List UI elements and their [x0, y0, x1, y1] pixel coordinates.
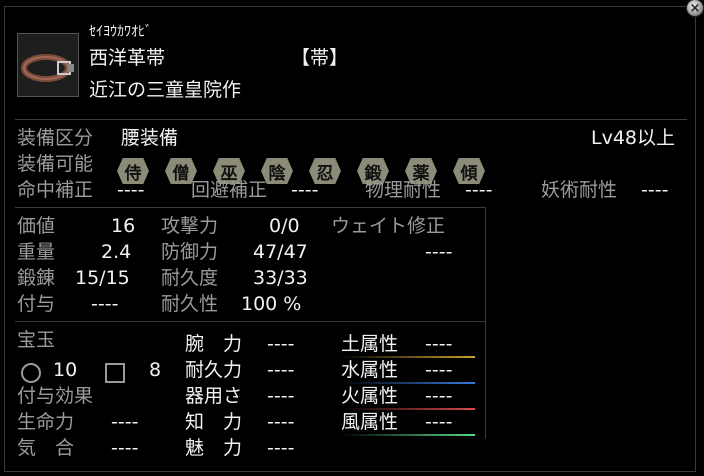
wind-attr-underline: [341, 434, 475, 436]
slot-value: 腰装備: [121, 127, 179, 149]
fire-attr-label: 火属性: [341, 385, 399, 407]
evade-label: 回避補正: [191, 179, 268, 201]
charm-label: 魅 力: [185, 437, 243, 459]
durability-value: 33/33: [253, 267, 308, 289]
strength-label: 腕 力: [185, 333, 243, 355]
enchant-label: 付与: [17, 293, 56, 315]
enchant-value: ----: [91, 293, 119, 315]
stamina-label: 耐久力: [185, 359, 243, 381]
hit-value: ----: [117, 179, 145, 201]
weight-mod-value: ----: [425, 241, 453, 263]
earth-attr-underline: [341, 356, 475, 358]
attack-value: 0/0: [269, 215, 300, 237]
forge-label: 鍛錬: [17, 267, 56, 289]
divider: [15, 119, 687, 120]
circle-gem-count: 10: [53, 359, 78, 381]
item-tooltip-window: ｾｲﾖｳｶﾜｵﾋﾞ 西洋革帯 【帯】 近江の三童皇院作 装備区分 腰装備 Lv4…: [4, 6, 696, 472]
charm-value: ----: [267, 437, 295, 459]
item-reading: ｾｲﾖｳｶﾜｵﾋﾞ: [89, 24, 152, 40]
spirit-label: 気 合: [17, 437, 75, 459]
item-type-tag: 【帯】: [291, 47, 349, 69]
magic-resist-label: 妖術耐性: [541, 179, 618, 201]
enchant-effects-label: 付与効果: [17, 385, 94, 407]
water-attr-value: ----: [425, 359, 453, 381]
divider: [485, 207, 486, 439]
life-value: ----: [111, 411, 139, 433]
value-label: 価値: [17, 215, 56, 237]
item-name: 西洋革帯: [89, 47, 166, 69]
fire-attr-underline: [341, 408, 475, 410]
phys-resist-value: ----: [465, 179, 493, 201]
belt-item-icon: [17, 33, 79, 97]
durability-label: 耐久度: [161, 267, 219, 289]
evade-value: ----: [291, 179, 319, 201]
weight-mod-label: ウェイト修正: [331, 215, 446, 237]
strength-value: ----: [267, 333, 295, 355]
weight-value: 2.4: [101, 241, 132, 263]
water-attr-label: 水属性: [341, 359, 399, 381]
earth-attr-value: ----: [425, 333, 453, 355]
phys-resist-label: 物理耐性: [365, 179, 442, 201]
spirit-value: ----: [111, 437, 139, 459]
life-label: 生命力: [17, 411, 75, 433]
fire-attr-value: ----: [425, 385, 453, 407]
slot-label: 装備区分: [17, 127, 94, 149]
wind-attr-value: ----: [425, 411, 453, 433]
durability-pct-label: 耐久性: [161, 293, 219, 315]
value-value: 16: [111, 215, 136, 237]
forge-value: 15/15: [75, 267, 130, 289]
hit-label: 命中補正: [17, 179, 94, 201]
intelligence-label: 知 力: [185, 411, 243, 433]
attack-label: 攻撃力: [161, 215, 219, 237]
wind-attr-label: 風属性: [341, 411, 399, 433]
defense-label: 防御力: [161, 241, 219, 263]
dexterity-value: ----: [267, 385, 295, 407]
level-requirement: Lv48以上: [591, 127, 676, 149]
defense-value: 47/47: [253, 241, 308, 263]
gems-label: 宝玉: [17, 329, 56, 351]
circle-gem-slot-icon: [21, 363, 41, 383]
magic-resist-value: ----: [641, 179, 669, 201]
intelligence-value: ----: [267, 411, 295, 433]
durability-pct-value: 100 %: [241, 293, 302, 315]
classes-label: 装備可能: [17, 153, 94, 175]
stamina-value: ----: [267, 359, 295, 381]
dexterity-label: 器用さ: [185, 385, 243, 407]
item-maker: 近江の三童皇院作: [89, 79, 242, 101]
water-attr-underline: [341, 382, 475, 384]
weight-label: 重量: [17, 241, 56, 263]
square-gem-slot-icon: [105, 363, 125, 383]
close-button[interactable]: ×: [686, 0, 704, 17]
divider: [15, 207, 485, 208]
square-gem-count: 8: [149, 359, 162, 381]
divider: [15, 321, 485, 322]
earth-attr-label: 土属性: [341, 333, 399, 355]
